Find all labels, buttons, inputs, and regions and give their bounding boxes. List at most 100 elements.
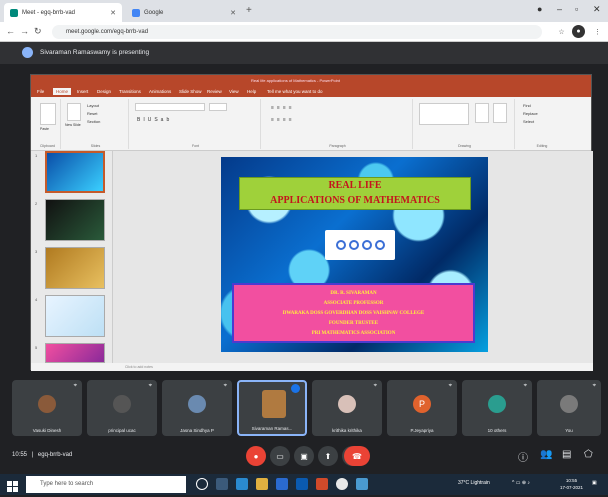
reset-button[interactable]: Reset: [87, 111, 97, 116]
slide-thumbnail-4[interactable]: [45, 295, 105, 337]
participant-name: Sivaraman Ramas...: [251, 426, 293, 431]
section-button[interactable]: Section: [87, 119, 100, 124]
pin-icon[interactable]: ⌖: [593, 383, 596, 390]
participant-tile[interactable]: ⌖ Vasuki Dinesh: [12, 380, 82, 436]
star-icon[interactable]: ☆: [555, 25, 568, 38]
edge-icon[interactable]: [236, 478, 248, 490]
ribbon-group-label: Slides: [90, 144, 101, 148]
windows-start-icon[interactable]: [7, 479, 18, 492]
pin-icon[interactable]: ⌖: [524, 383, 527, 390]
taskbar-search-input[interactable]: Type here to search: [26, 476, 186, 493]
captions-button[interactable]: ▣: [294, 446, 314, 466]
mic-off-button[interactable]: ●: [246, 446, 266, 466]
people-icon[interactable]: 👥: [540, 449, 552, 460]
font-format-icons[interactable]: BIUSab: [137, 117, 172, 123]
select-button[interactable]: Select: [523, 119, 534, 124]
chat-icon[interactable]: ▤: [562, 449, 571, 460]
ribbon-group-label: Font: [191, 144, 199, 148]
logo-ring: [348, 240, 359, 250]
menu-transitions[interactable]: Transitions: [119, 89, 141, 94]
record-icon[interactable]: ●: [537, 4, 542, 14]
tab-google[interactable]: Google ✕: [126, 3, 242, 22]
notes-pane[interactable]: Click to add notes: [113, 363, 593, 371]
participant-tile-self[interactable]: ⌖ You: [537, 380, 601, 436]
file-explorer-icon[interactable]: [256, 478, 268, 490]
arrange-icon[interactable]: [475, 103, 489, 123]
window-close-button[interactable]: ✕: [593, 4, 601, 15]
tab-google-label: Google: [144, 9, 164, 16]
slide-thumbnail-3[interactable]: [45, 247, 105, 289]
font-family-select[interactable]: [135, 103, 205, 111]
store-icon[interactable]: [276, 478, 288, 490]
participant-tile[interactable]: ⌖ principal ucac: [87, 380, 157, 436]
menu-help[interactable]: Help: [247, 89, 256, 94]
forward-icon[interactable]: →: [20, 26, 29, 36]
list-icons[interactable]: ≡≡≡≡: [271, 105, 295, 111]
participant-tile[interactable]: ⌖ Jasna Sindhya P: [162, 380, 232, 436]
participant-tile[interactable]: ⌖ krithika krithika: [312, 380, 382, 436]
participant-tile-presenter[interactable]: Sivaraman Ramas...: [237, 380, 307, 436]
profile-avatar[interactable]: ●: [572, 25, 585, 38]
tab-meet[interactable]: Meet - egq-brrb-vad ✕: [4, 3, 122, 22]
url-input[interactable]: meet.google.com/egq-brrb-vad: [52, 25, 542, 39]
new-tab-button[interactable]: +: [246, 5, 252, 16]
present-button[interactable]: ⬆: [318, 446, 338, 466]
menu-review[interactable]: Review: [207, 89, 222, 94]
clock-time: 10:55: [565, 478, 578, 483]
leave-call-button[interactable]: ☎: [344, 446, 370, 466]
maximize-button[interactable]: ▫: [575, 4, 578, 14]
info-icon[interactable]: ⓘ: [518, 449, 528, 464]
menu-insert[interactable]: Insert: [77, 89, 88, 94]
menu-design[interactable]: Design: [97, 89, 111, 94]
layout-button[interactable]: Layout: [87, 103, 99, 108]
reload-icon[interactable]: ↻: [34, 26, 42, 37]
activities-icon[interactable]: ⬠: [584, 449, 593, 460]
menu-animations[interactable]: Animations: [149, 89, 171, 94]
pin-icon[interactable]: ⌖: [449, 383, 452, 390]
more-icon[interactable]: ⋮: [591, 25, 604, 38]
participant-strip: ⌖ Vasuki Dinesh ⌖ principal ucac ⌖ Jasna…: [0, 372, 608, 438]
notification-icon[interactable]: ▣: [592, 480, 597, 486]
mail-icon[interactable]: [296, 478, 308, 490]
menu-view[interactable]: View: [229, 89, 239, 94]
cortana-icon[interactable]: [196, 478, 208, 490]
pin-icon[interactable]: ⌖: [74, 383, 77, 390]
shapes-gallery[interactable]: [419, 103, 469, 125]
chrome-taskbar-icon[interactable]: [336, 478, 348, 490]
slide-thumbnail-2[interactable]: [45, 199, 105, 241]
align-icons[interactable]: ≡≡≡≡: [271, 117, 295, 123]
menu-home[interactable]: Home: [53, 88, 72, 95]
tray-icons[interactable]: ^ ▭ ⊕ ♪: [512, 480, 530, 486]
tell-me-search[interactable]: Tell me what you want to do: [267, 89, 323, 94]
menu-slide-show[interactable]: Slide Show: [179, 89, 202, 94]
participant-name: principal ucac: [108, 428, 136, 433]
ribbon-group-slides: New Slide Layout Reset Section Slides: [63, 99, 129, 149]
avatar-initial: P: [413, 395, 431, 413]
close-icon[interactable]: ✕: [110, 9, 116, 17]
participant-tile-others[interactable]: ⌖ 10 others: [462, 380, 532, 436]
slide-thumbnail-1[interactable]: [45, 151, 105, 193]
participant-tile[interactable]: ⌖ P P.Jeyapriya: [387, 380, 457, 436]
slide-thumbnail-pane: 1 2 3 4 5: [31, 151, 113, 363]
font-size-select[interactable]: [209, 103, 227, 111]
pin-icon[interactable]: ⌖: [149, 383, 152, 390]
minimize-button[interactable]: –: [557, 4, 562, 14]
pin-icon[interactable]: ⌖: [224, 383, 227, 390]
word-taskbar-icon[interactable]: [356, 478, 368, 490]
paste-icon[interactable]: [40, 103, 56, 125]
find-button[interactable]: Find: [523, 103, 531, 108]
current-slide[interactable]: REAL LIFE APPLICATIONS OF MATHEMATICS DR…: [221, 157, 488, 352]
close-icon[interactable]: ✕: [230, 9, 236, 17]
camera-button[interactable]: ▭: [270, 446, 290, 466]
powerpoint-taskbar-icon[interactable]: [316, 478, 328, 490]
task-view-icon[interactable]: [216, 478, 228, 490]
quick-styles-icon[interactable]: [493, 103, 507, 123]
replace-button[interactable]: Replace: [523, 111, 538, 116]
pin-icon[interactable]: ⌖: [374, 383, 377, 390]
slide-thumbnail-5[interactable]: [45, 343, 105, 363]
weather-text[interactable]: 37°C Lightrain: [458, 480, 490, 486]
taskbar-clock[interactable]: 10:55 17-07-2021: [560, 477, 583, 491]
new-slide-icon[interactable]: [67, 103, 81, 121]
back-icon[interactable]: ←: [6, 26, 15, 36]
menu-file[interactable]: File: [37, 89, 44, 94]
